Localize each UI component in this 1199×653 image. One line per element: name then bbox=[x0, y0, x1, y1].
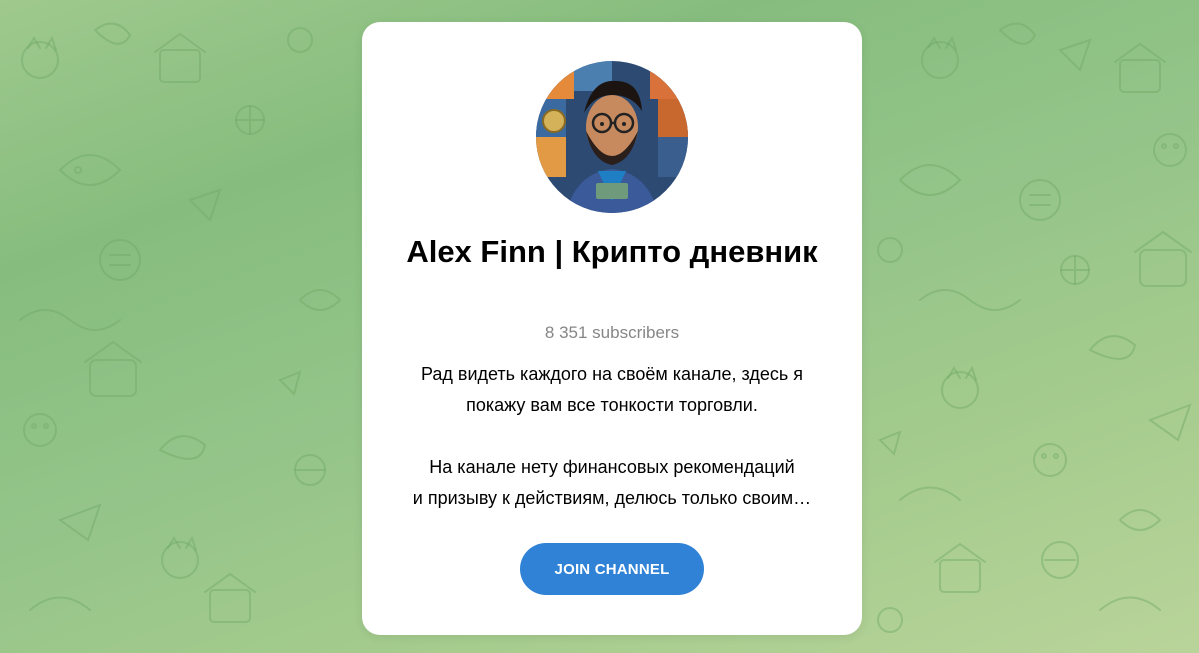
description-line: На канале нету финансовых рекомендаций bbox=[429, 457, 795, 477]
channel-title: Alex Finn | Крипто дневник bbox=[406, 234, 818, 269]
channel-description: Рад видеть каждого на своём канале, здес… bbox=[382, 359, 842, 514]
description-line: Рад видеть каждого на своём канале, здес… bbox=[420, 364, 804, 384]
channel-avatar bbox=[536, 61, 688, 213]
description-line: и призыву к действиям, делюсь только сво… bbox=[412, 488, 812, 508]
subscriber-count: 8 351 subscribers bbox=[544, 323, 680, 342]
join-channel-button[interactable]: JOIN CHANNEL bbox=[520, 543, 704, 595]
description-line: покажу вам все тонкости торговли. bbox=[466, 395, 758, 415]
avatar-illustration-icon bbox=[536, 61, 688, 213]
channel-card: Alex Finn | Крипто дневник 8 351 subscri… bbox=[362, 22, 862, 635]
